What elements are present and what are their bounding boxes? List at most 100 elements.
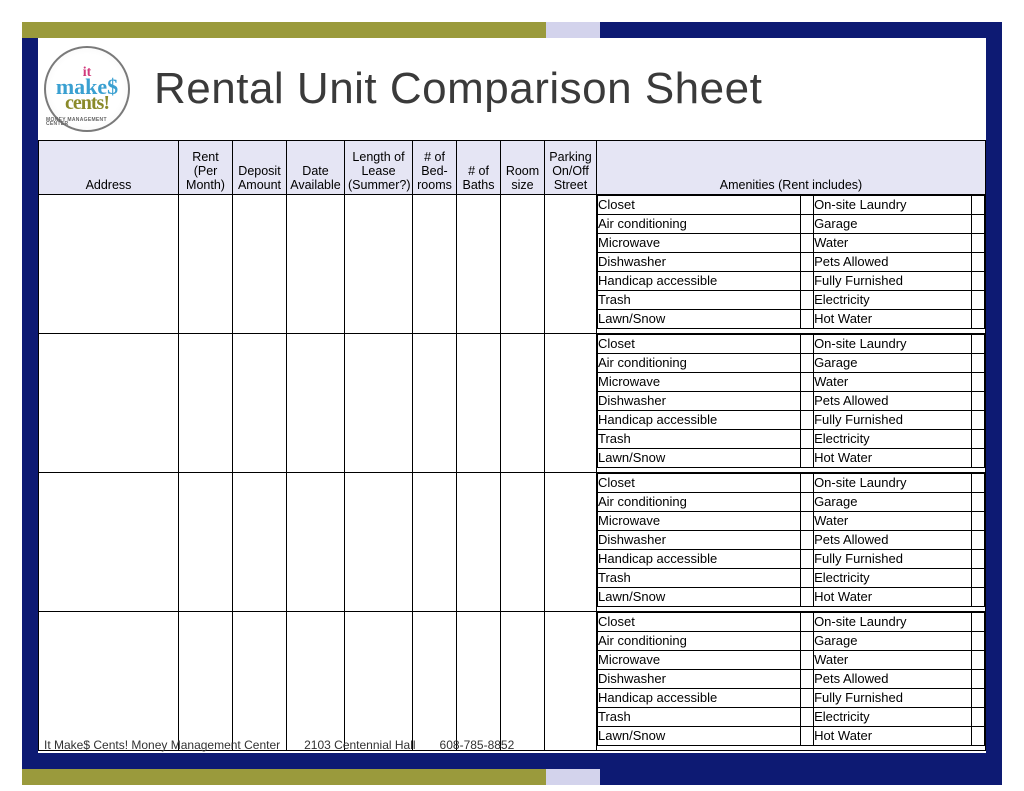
amenity-checkbox[interactable] [801,670,814,689]
empty-cell[interactable] [287,334,345,473]
empty-cell[interactable] [233,195,287,334]
amenity-checkbox[interactable] [972,670,985,689]
amenity-checkbox[interactable] [801,430,814,449]
amenity-checkbox[interactable] [972,354,985,373]
amenity-checkbox[interactable] [801,651,814,670]
empty-cell[interactable] [457,473,501,612]
amenity-checkbox[interactable] [801,512,814,531]
empty-cell[interactable] [413,195,457,334]
amenity-checkbox[interactable] [972,392,985,411]
empty-cell[interactable] [233,612,287,751]
amenity-checkbox[interactable] [801,310,814,329]
amenity-checkbox[interactable] [801,196,814,215]
amenity-label: Lawn/Snow [598,727,801,746]
logo-icon: it make$ cents! MONEY MANAGEMENT CENTER [44,46,130,132]
empty-cell[interactable] [179,195,233,334]
amenity-checkbox[interactable] [972,411,985,430]
amenity-label: Water [814,234,972,253]
empty-cell[interactable] [413,473,457,612]
amenity-checkbox[interactable] [972,588,985,607]
amenity-checkbox[interactable] [972,335,985,354]
amenity-checkbox[interactable] [972,291,985,310]
empty-cell[interactable] [545,334,597,473]
empty-cell[interactable] [345,195,413,334]
empty-cell[interactable] [501,612,545,751]
empty-cell[interactable] [345,612,413,751]
empty-cell[interactable] [545,195,597,334]
amenity-checkbox[interactable] [801,291,814,310]
amenity-checkbox[interactable] [972,474,985,493]
amenity-checkbox[interactable] [972,272,985,291]
amenity-checkbox[interactable] [801,373,814,392]
amenity-checkbox[interactable] [972,493,985,512]
amenity-checkbox[interactable] [801,588,814,607]
empty-cell[interactable] [179,612,233,751]
amenity-checkbox[interactable] [801,392,814,411]
empty-cell[interactable] [233,473,287,612]
empty-cell[interactable] [39,195,179,334]
amenity-checkbox[interactable] [801,727,814,746]
amenity-checkbox[interactable] [972,449,985,468]
amenity-checkbox[interactable] [972,430,985,449]
amenity-checkbox[interactable] [972,512,985,531]
empty-cell[interactable] [179,473,233,612]
amenity-checkbox[interactable] [801,493,814,512]
amenity-checkbox[interactable] [801,272,814,291]
empty-cell[interactable] [501,334,545,473]
empty-cell[interactable] [457,334,501,473]
amenity-checkbox[interactable] [972,215,985,234]
empty-cell[interactable] [413,612,457,751]
amenity-checkbox[interactable] [972,632,985,651]
empty-cell[interactable] [545,473,597,612]
amenity-checkbox[interactable] [972,373,985,392]
amenity-label: Garage [814,632,972,651]
empty-cell[interactable] [545,612,597,751]
amenity-checkbox[interactable] [972,569,985,588]
amenity-checkbox[interactable] [801,253,814,272]
amenity-checkbox[interactable] [801,411,814,430]
amenity-checkbox[interactable] [801,474,814,493]
amenity-label: Pets Allowed [814,253,972,272]
amenity-checkbox[interactable] [801,449,814,468]
amenity-checkbox[interactable] [801,531,814,550]
amenity-checkbox[interactable] [801,234,814,253]
amenity-label: Air conditioning [598,354,801,373]
empty-cell[interactable] [413,334,457,473]
amenity-checkbox[interactable] [801,708,814,727]
amenity-checkbox[interactable] [972,196,985,215]
amenity-checkbox[interactable] [801,613,814,632]
amenity-checkbox[interactable] [801,335,814,354]
amenity-checkbox[interactable] [972,550,985,569]
empty-cell[interactable] [39,612,179,751]
empty-cell[interactable] [501,473,545,612]
amenity-checkbox[interactable] [972,689,985,708]
amenity-checkbox[interactable] [972,310,985,329]
amenity-checkbox[interactable] [801,689,814,708]
empty-cell[interactable] [179,334,233,473]
empty-cell[interactable] [287,612,345,751]
amenity-checkbox[interactable] [801,569,814,588]
empty-cell[interactable] [501,195,545,334]
empty-cell[interactable] [287,473,345,612]
amenity-checkbox[interactable] [972,531,985,550]
empty-cell[interactable] [457,195,501,334]
amenity-checkbox[interactable] [801,215,814,234]
amenity-checkbox[interactable] [972,727,985,746]
amenity-label: Handicap accessible [598,550,801,569]
amenity-checkbox[interactable] [972,253,985,272]
empty-cell[interactable] [345,334,413,473]
amenity-checkbox[interactable] [801,354,814,373]
amenity-checkbox[interactable] [972,613,985,632]
empty-cell[interactable] [345,473,413,612]
amenity-checkbox[interactable] [801,550,814,569]
amenity-checkbox[interactable] [972,708,985,727]
empty-cell[interactable] [233,334,287,473]
amenity-checkbox[interactable] [972,234,985,253]
empty-cell[interactable] [287,195,345,334]
amenity-checkbox[interactable] [801,632,814,651]
amenity-checkbox[interactable] [972,651,985,670]
amenity-label: Fully Furnished [814,411,972,430]
empty-cell[interactable] [39,334,179,473]
empty-cell[interactable] [457,612,501,751]
empty-cell[interactable] [39,473,179,612]
